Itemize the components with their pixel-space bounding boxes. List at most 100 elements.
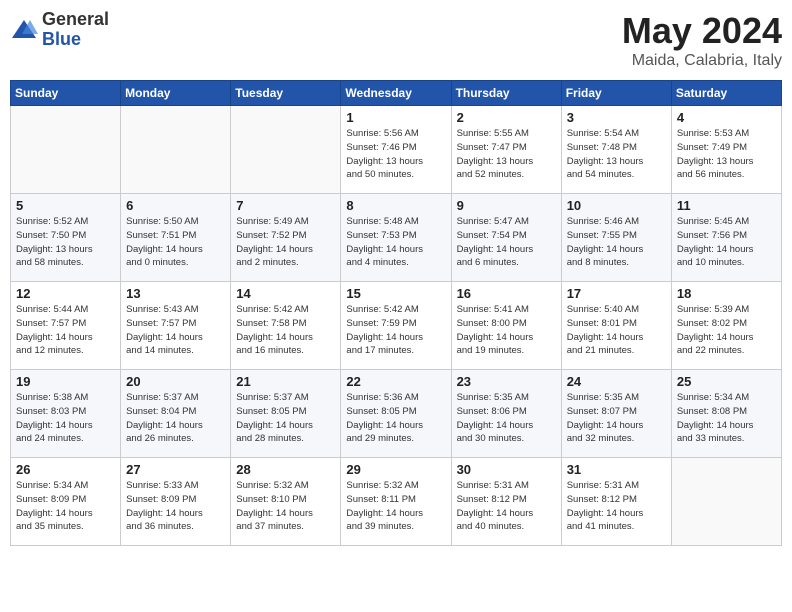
calendar-body: 1 Sunrise: 5:56 AM Sunset: 7:46 PM Daylig…: [11, 106, 782, 546]
day-number: 2: [457, 110, 556, 125]
day-number: 1: [346, 110, 445, 125]
calendar-week-3: 12 Sunrise: 5:44 AM Sunset: 7:57 PM Dayli…: [11, 282, 782, 370]
day-number: 9: [457, 198, 556, 213]
header-cell-thursday: Thursday: [451, 81, 561, 106]
day-number: 15: [346, 286, 445, 301]
header-cell-friday: Friday: [561, 81, 671, 106]
day-info: Sunrise: 5:41 AM Sunset: 8:00 PM Dayligh…: [457, 303, 556, 358]
day-info: Sunrise: 5:34 AM Sunset: 8:09 PM Dayligh…: [16, 479, 115, 534]
logo-icon: [10, 16, 38, 44]
calendar-cell: 17 Sunrise: 5:40 AM Sunset: 8:01 PM Dayli…: [561, 282, 671, 370]
day-info: Sunrise: 5:42 AM Sunset: 7:58 PM Dayligh…: [236, 303, 335, 358]
day-number: 31: [567, 462, 666, 477]
calendar-cell: 16 Sunrise: 5:41 AM Sunset: 8:00 PM Dayli…: [451, 282, 561, 370]
day-number: 16: [457, 286, 556, 301]
day-info: Sunrise: 5:42 AM Sunset: 7:59 PM Dayligh…: [346, 303, 445, 358]
calendar-cell: 13 Sunrise: 5:43 AM Sunset: 7:57 PM Dayli…: [121, 282, 231, 370]
calendar-week-5: 26Sunrise: 5:34 AM Sunset: 8:09 PM Dayli…: [11, 458, 782, 546]
header-row: SundayMondayTuesdayWednesdayThursdayFrid…: [11, 81, 782, 106]
day-number: 13: [126, 286, 225, 301]
day-info: Sunrise: 5:37 AM Sunset: 8:05 PM Dayligh…: [236, 391, 335, 446]
day-number: 12: [16, 286, 115, 301]
day-info: Sunrise: 5:52 AM Sunset: 7:50 PM Dayligh…: [16, 215, 115, 270]
logo-general: General: [42, 10, 109, 30]
calendar-cell: 10 Sunrise: 5:46 AM Sunset: 7:55 PM Dayli…: [561, 194, 671, 282]
day-number: 27: [126, 462, 225, 477]
calendar-cell: 20Sunrise: 5:37 AM Sunset: 8:04 PM Dayli…: [121, 370, 231, 458]
day-info: Sunrise: 5:46 AM Sunset: 7:55 PM Dayligh…: [567, 215, 666, 270]
day-info: Sunrise: 5:31 AM Sunset: 8:12 PM Dayligh…: [457, 479, 556, 534]
day-number: 4: [677, 110, 776, 125]
location-title: Maida, Calabria, Italy: [622, 52, 782, 70]
calendar-cell: 29Sunrise: 5:32 AM Sunset: 8:11 PM Dayli…: [341, 458, 451, 546]
day-number: 10: [567, 198, 666, 213]
day-number: 28: [236, 462, 335, 477]
calendar-week-4: 19Sunrise: 5:38 AM Sunset: 8:03 PM Dayli…: [11, 370, 782, 458]
calendar-cell: 9Sunrise: 5:47 AM Sunset: 7:54 PM Daylig…: [451, 194, 561, 282]
day-number: 7: [236, 198, 335, 213]
day-number: 6: [126, 198, 225, 213]
day-number: 25: [677, 374, 776, 389]
calendar-cell: 24 Sunrise: 5:35 AM Sunset: 8:07 PM Dayli…: [561, 370, 671, 458]
logo-text: General Blue: [42, 10, 109, 50]
day-number: 22: [346, 374, 445, 389]
day-number: 11: [677, 198, 776, 213]
day-info: Sunrise: 5:35 AM Sunset: 8:06 PM Dayligh…: [457, 391, 556, 446]
day-info: Sunrise: 5:32 AM Sunset: 8:10 PM Dayligh…: [236, 479, 335, 534]
day-info: Sunrise: 5:44 AM Sunset: 7:57 PM Dayligh…: [16, 303, 115, 358]
calendar-cell: 25Sunrise: 5:34 AM Sunset: 8:08 PM Dayli…: [671, 370, 781, 458]
calendar-cell: 2 Sunrise: 5:55 AM Sunset: 7:47 PM Daylig…: [451, 106, 561, 194]
calendar-table: SundayMondayTuesdayWednesdayThursdayFrid…: [10, 80, 782, 546]
day-info: Sunrise: 5:53 AM Sunset: 7:49 PM Dayligh…: [677, 127, 776, 182]
calendar-cell: 19Sunrise: 5:38 AM Sunset: 8:03 PM Dayli…: [11, 370, 121, 458]
calendar-cell: [671, 458, 781, 546]
day-info: Sunrise: 5:55 AM Sunset: 7:47 PM Dayligh…: [457, 127, 556, 182]
day-number: 21: [236, 374, 335, 389]
calendar-cell: 11 Sunrise: 5:45 AM Sunset: 7:56 PM Dayli…: [671, 194, 781, 282]
day-info: Sunrise: 5:33 AM Sunset: 8:09 PM Dayligh…: [126, 479, 225, 534]
page-header: General Blue May 2024 Maida, Calabria, I…: [10, 10, 782, 70]
day-number: 29: [346, 462, 445, 477]
day-info: Sunrise: 5:50 AM Sunset: 7:51 PM Dayligh…: [126, 215, 225, 270]
day-number: 24: [567, 374, 666, 389]
day-number: 18: [677, 286, 776, 301]
calendar-cell: 3Sunrise: 5:54 AM Sunset: 7:48 PM Daylig…: [561, 106, 671, 194]
header-cell-tuesday: Tuesday: [231, 81, 341, 106]
calendar-week-2: 5 Sunrise: 5:52 AM Sunset: 7:50 PM Daylig…: [11, 194, 782, 282]
calendar-cell: 30Sunrise: 5:31 AM Sunset: 8:12 PM Dayli…: [451, 458, 561, 546]
header-cell-monday: Monday: [121, 81, 231, 106]
day-info: Sunrise: 5:39 AM Sunset: 8:02 PM Dayligh…: [677, 303, 776, 358]
day-number: 14: [236, 286, 335, 301]
calendar-cell: [231, 106, 341, 194]
calendar-cell: 26Sunrise: 5:34 AM Sunset: 8:09 PM Dayli…: [11, 458, 121, 546]
calendar-cell: 15 Sunrise: 5:42 AM Sunset: 7:59 PM Dayli…: [341, 282, 451, 370]
header-cell-saturday: Saturday: [671, 81, 781, 106]
day-info: Sunrise: 5:48 AM Sunset: 7:53 PM Dayligh…: [346, 215, 445, 270]
day-number: 19: [16, 374, 115, 389]
calendar-cell: 21 Sunrise: 5:37 AM Sunset: 8:05 PM Dayli…: [231, 370, 341, 458]
day-number: 5: [16, 198, 115, 213]
day-info: Sunrise: 5:35 AM Sunset: 8:07 PM Dayligh…: [567, 391, 666, 446]
header-cell-sunday: Sunday: [11, 81, 121, 106]
calendar-cell: 14 Sunrise: 5:42 AM Sunset: 7:58 PM Dayli…: [231, 282, 341, 370]
day-number: 17: [567, 286, 666, 301]
calendar-cell: 28 Sunrise: 5:32 AM Sunset: 8:10 PM Dayli…: [231, 458, 341, 546]
day-info: Sunrise: 5:56 AM Sunset: 7:46 PM Dayligh…: [346, 127, 445, 182]
calendar-cell: 8 Sunrise: 5:48 AM Sunset: 7:53 PM Daylig…: [341, 194, 451, 282]
calendar-cell: [121, 106, 231, 194]
day-info: Sunrise: 5:36 AM Sunset: 8:05 PM Dayligh…: [346, 391, 445, 446]
day-info: Sunrise: 5:40 AM Sunset: 8:01 PM Dayligh…: [567, 303, 666, 358]
calendar-cell: 22 Sunrise: 5:36 AM Sunset: 8:05 PM Dayli…: [341, 370, 451, 458]
calendar-cell: 1 Sunrise: 5:56 AM Sunset: 7:46 PM Daylig…: [341, 106, 451, 194]
calendar-cell: 12 Sunrise: 5:44 AM Sunset: 7:57 PM Dayli…: [11, 282, 121, 370]
month-title: May 2024: [622, 10, 782, 52]
day-info: Sunrise: 5:45 AM Sunset: 7:56 PM Dayligh…: [677, 215, 776, 270]
calendar-header: SundayMondayTuesdayWednesdayThursdayFrid…: [11, 81, 782, 106]
calendar-cell: 31Sunrise: 5:31 AM Sunset: 8:12 PM Dayli…: [561, 458, 671, 546]
calendar-cell: 23 Sunrise: 5:35 AM Sunset: 8:06 PM Dayli…: [451, 370, 561, 458]
day-number: 20: [126, 374, 225, 389]
day-info: Sunrise: 5:43 AM Sunset: 7:57 PM Dayligh…: [126, 303, 225, 358]
day-info: Sunrise: 5:54 AM Sunset: 7:48 PM Dayligh…: [567, 127, 666, 182]
day-number: 23: [457, 374, 556, 389]
day-number: 8: [346, 198, 445, 213]
